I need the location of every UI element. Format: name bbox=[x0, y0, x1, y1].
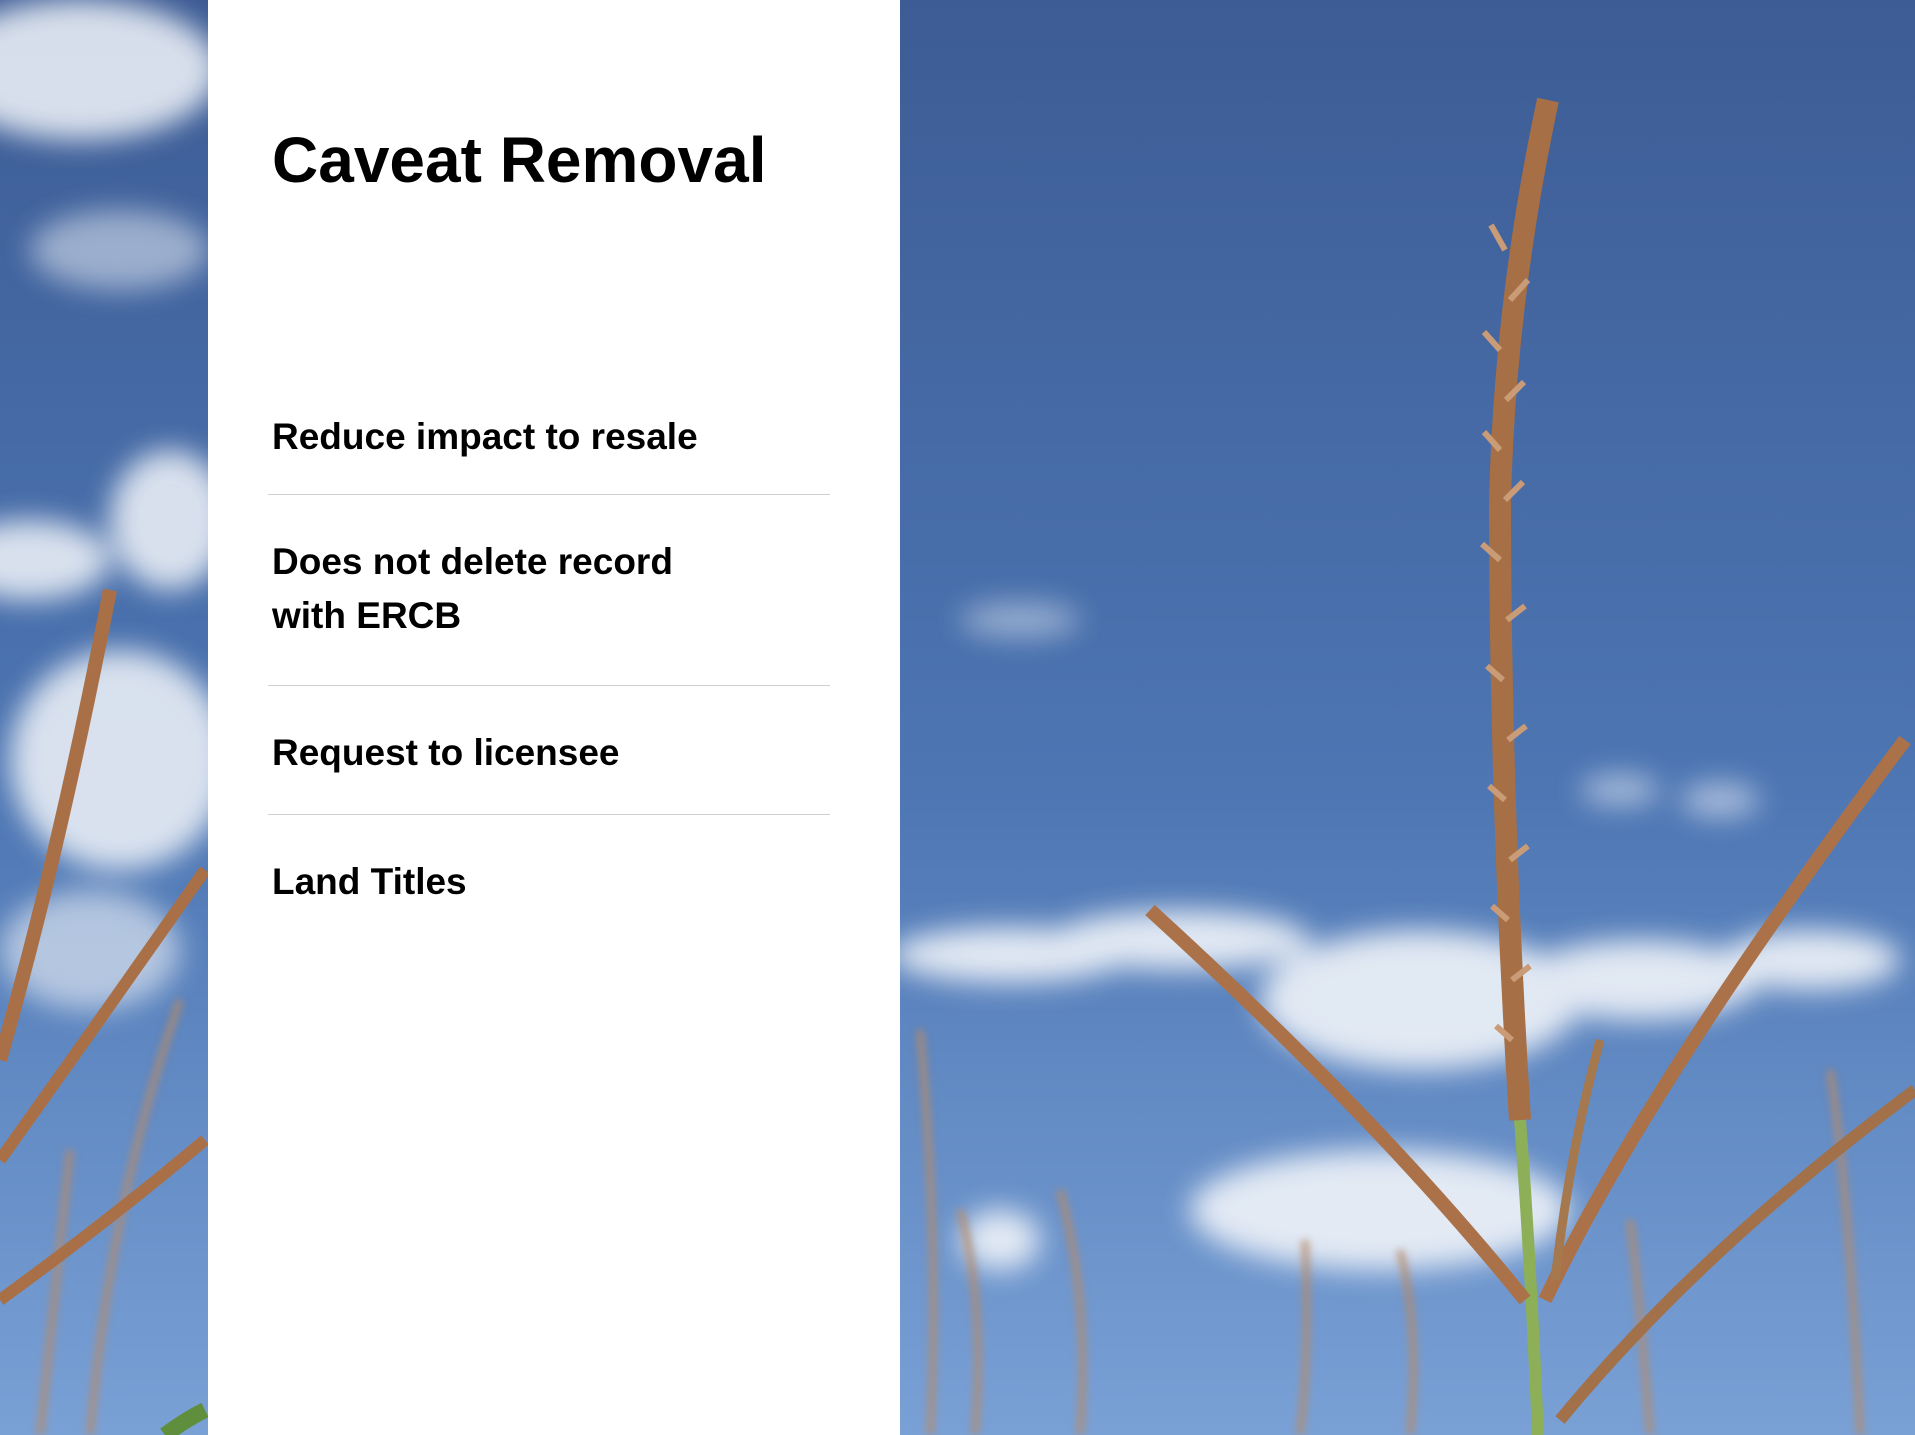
bullet-list: Reduce impact to resale Does not delete … bbox=[268, 400, 830, 909]
bullet-item-request-licensee: Request to licensee bbox=[268, 686, 830, 815]
bullet-item-does-not-delete: Does not delete record with ERCB bbox=[268, 495, 830, 686]
bullet-item-land-titles: Land Titles bbox=[272, 861, 467, 902]
slide-title: Caveat Removal bbox=[272, 124, 767, 196]
content-panel: Caveat Removal Reduce impact to resale D… bbox=[208, 0, 900, 1435]
bullet-item-reduce-impact: Reduce impact to resale bbox=[268, 400, 830, 495]
